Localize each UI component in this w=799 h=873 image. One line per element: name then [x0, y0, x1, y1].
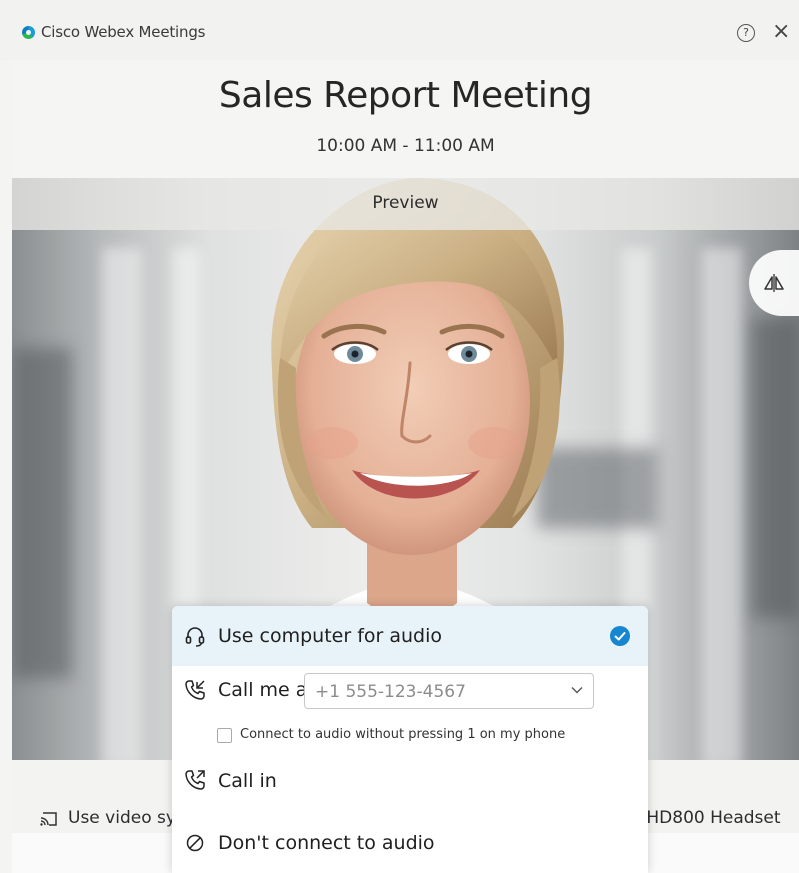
background-shelf	[752, 318, 799, 618]
dont-connect-audio-label: Don't connect to audio	[218, 832, 435, 854]
meeting-header: Sales Report Meeting 10:00 AM - 11:00 AM	[12, 60, 799, 178]
no-audio-icon	[186, 834, 204, 852]
mirror-flip-icon	[764, 274, 784, 292]
background-shelf	[12, 348, 72, 678]
use-computer-audio-option[interactable]: Use computer for audio	[172, 606, 648, 666]
call-me-label: Call me at	[218, 679, 315, 701]
headset-icon	[185, 627, 205, 647]
close-icon[interactable]: ×	[772, 19, 790, 44]
chevron-down-icon	[571, 687, 583, 694]
preview-label-band: Preview	[12, 178, 799, 230]
checkbox[interactable]	[217, 728, 232, 743]
mirror-video-button[interactable]	[749, 250, 799, 316]
phone-number-select[interactable]: +1 555-123-4567	[304, 673, 594, 709]
title-bar: Cisco Webex Meetings ? ×	[0, 0, 799, 60]
background-column	[102, 248, 142, 760]
background-column	[702, 248, 742, 760]
phone-outgoing-icon	[185, 680, 205, 700]
webex-window: Cisco Webex Meetings ? × Sales Report Me…	[0, 0, 799, 873]
preview-label: Preview	[372, 193, 439, 213]
meeting-title: Sales Report Meeting	[218, 75, 593, 116]
call-in-label: Call in	[218, 770, 277, 792]
help-icon[interactable]: ?	[737, 24, 755, 42]
selected-check-icon	[610, 626, 630, 646]
app-title: Cisco Webex Meetings	[41, 23, 206, 41]
auto-connect-label: Connect to audio without pressing 1 on m…	[240, 727, 566, 742]
dont-connect-audio-option[interactable]: Don't connect to audio	[172, 816, 648, 872]
audio-device-label[interactable]: THD800 Headset	[636, 808, 781, 828]
audio-connection-menu: Use computer for audio Call me at +1 555…	[172, 606, 648, 873]
meeting-time: 10:00 AM - 11:00 AM	[316, 136, 495, 156]
use-computer-audio-label: Use computer for audio	[218, 625, 443, 647]
call-me-option[interactable]: Call me at +1 555-123-4567	[172, 666, 648, 724]
phone-number-value: +1 555-123-4567	[315, 682, 466, 702]
phone-incoming-icon	[185, 770, 205, 790]
cast-icon	[40, 812, 57, 826]
webex-logo-icon	[22, 26, 35, 39]
call-in-option[interactable]: Call in	[172, 756, 648, 810]
